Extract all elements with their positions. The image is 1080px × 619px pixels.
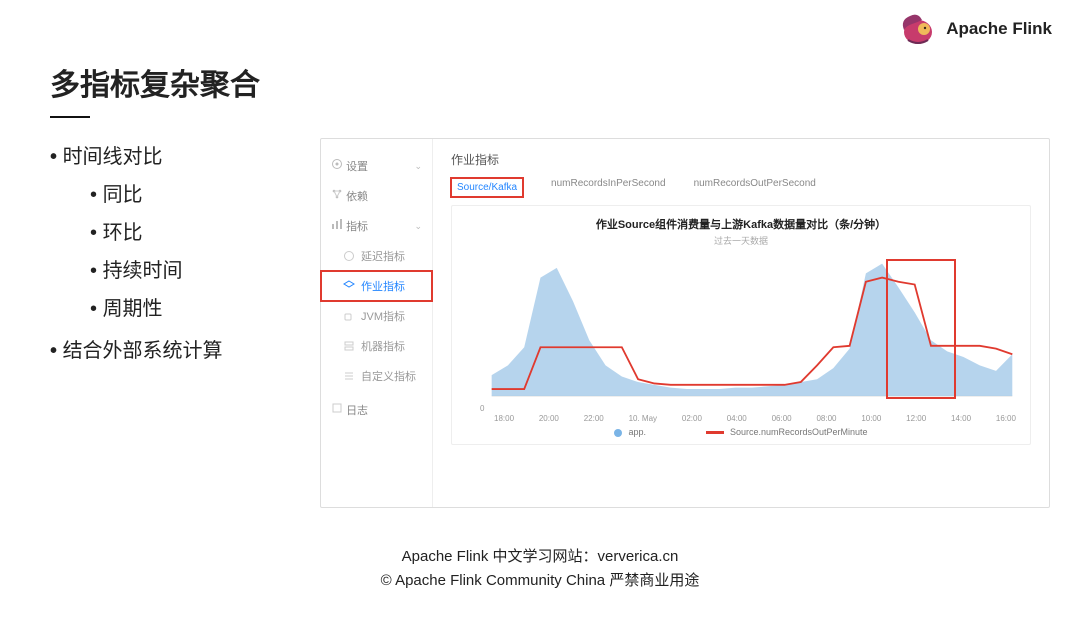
- sidebar-label-deps: 依赖: [346, 191, 368, 203]
- chevron-down-icon: ⌄: [414, 221, 422, 232]
- footer-line2: © Apache Flink Community China 严禁商业用途: [0, 569, 1080, 593]
- server-icon: [343, 340, 355, 352]
- flink-squirrel-icon: [898, 12, 938, 46]
- sidebar-item-settings[interactable]: 设置 ⌄: [321, 151, 432, 181]
- dot-icon: [614, 429, 622, 437]
- dashboard-screenshot: 设置 ⌄ 依赖 指标 ⌄ 延迟指标 作业指标 JVM指标 机器指标 自定义指标: [320, 138, 1050, 508]
- x-tick: 18:00: [494, 414, 514, 423]
- sidebar-item-delay[interactable]: 延迟指标: [321, 241, 432, 271]
- brand: Apache Flink: [898, 12, 1052, 46]
- clock-icon: [343, 250, 355, 262]
- legend-source: Source.numRecordsOutPerMinute: [706, 427, 868, 437]
- sidebar-item-logs[interactable]: 日志: [321, 395, 432, 425]
- tab-records-in[interactable]: numRecordsInPerSecond: [551, 178, 666, 197]
- bullet-periodic: 周期性: [50, 290, 300, 328]
- chart-legend: app. Source.numRecordsOutPerMinute: [466, 427, 1016, 437]
- x-tick: 06:00: [772, 414, 792, 423]
- chevron-down-icon: ⌄: [414, 161, 422, 172]
- panel-title: 作业指标: [451, 151, 1031, 168]
- line-icon: [706, 431, 724, 434]
- legend-app: app.: [614, 427, 646, 437]
- x-tick: 08:00: [816, 414, 836, 423]
- legend-app-label: app.: [628, 427, 646, 437]
- sidebar: 设置 ⌄ 依赖 指标 ⌄ 延迟指标 作业指标 JVM指标 机器指标 自定义指标: [321, 139, 433, 507]
- sidebar-label-machine: 机器指标: [361, 338, 405, 354]
- sidebar-item-deps[interactable]: 依赖: [321, 181, 432, 211]
- sidebar-label-delay: 延迟指标: [361, 248, 405, 264]
- bullet-duration: 持续时间: [50, 252, 300, 290]
- sliders-icon: [343, 370, 355, 382]
- sidebar-item-custom[interactable]: 自定义指标: [321, 361, 432, 391]
- sidebar-label-settings: 设置: [346, 161, 368, 173]
- bullet-external: 结合外部系统计算: [50, 332, 300, 370]
- chart-subtitle: 过去一天数据: [466, 234, 1016, 247]
- y-axis-zero: 0: [480, 404, 484, 413]
- tab-source-kafka[interactable]: Source/Kafka: [451, 178, 523, 197]
- bullet-yoy: 同比: [50, 176, 300, 214]
- sidebar-label-logs: 日志: [346, 405, 368, 417]
- x-tick: 12:00: [906, 414, 926, 423]
- gear-icon: [331, 158, 343, 170]
- bullet-mom: 环比: [50, 214, 300, 252]
- main-panel: 作业指标 Source/Kafka numRecordsInPerSecond …: [433, 139, 1049, 507]
- cup-icon: [343, 310, 355, 322]
- sidebar-label-custom: 自定义指标: [361, 368, 416, 384]
- bullet-timeline: 时间线对比: [50, 138, 300, 176]
- brand-text: Apache Flink: [946, 19, 1052, 39]
- footer-line1: Apache Flink 中文学习网站：ververica.cn: [0, 545, 1080, 569]
- bullet-list: 时间线对比 同比 环比 持续时间 周期性 结合外部系统计算: [50, 138, 300, 508]
- sidebar-label-job: 作业指标: [361, 278, 405, 294]
- slide-footer: Apache Flink 中文学习网站：ververica.cn © Apach…: [0, 545, 1080, 593]
- x-tick: 10:00: [861, 414, 881, 423]
- metric-tabs: Source/Kafka numRecordsInPerSecond numRe…: [451, 178, 1031, 197]
- page-title: 多指标复杂聚合: [50, 60, 1050, 104]
- title-rule: [50, 116, 90, 118]
- sidebar-item-jvm[interactable]: JVM指标: [321, 301, 432, 331]
- legend-source-label: Source.numRecordsOutPerMinute: [730, 427, 868, 437]
- sidebar-label-metrics: 指标: [346, 221, 368, 233]
- sidebar-item-metrics[interactable]: 指标 ⌄: [321, 211, 432, 241]
- sidebar-label-jvm: JVM指标: [361, 308, 405, 324]
- edit-icon: [331, 402, 343, 414]
- sidebar-item-machine[interactable]: 机器指标: [321, 331, 432, 361]
- cube-icon: [343, 280, 355, 292]
- share-icon: [331, 188, 343, 200]
- sidebar-item-job[interactable]: 作业指标: [321, 271, 432, 301]
- chart-canvas: 0 18:00 20:00 22:00 10. May 02:00 04:00 06:00 0…: [466, 253, 1016, 423]
- x-tick: 16:00: [996, 414, 1016, 423]
- chart-title: 作业Source组件消费量与上游Kafka数据量对比（条/分钟）: [466, 216, 1016, 232]
- x-axis-labels: 18:00 20:00 22:00 10. May 02:00 04:00 06:00 08:…: [494, 414, 1016, 423]
- x-tick: 04:00: [727, 414, 747, 423]
- chart-card: 作业Source组件消费量与上游Kafka数据量对比（条/分钟） 过去一天数据 …: [451, 205, 1031, 445]
- x-tick: 14:00: [951, 414, 971, 423]
- x-tick: 10. May: [629, 414, 657, 423]
- tab-records-out[interactable]: numRecordsOutPerSecond: [694, 178, 816, 197]
- x-tick: 22:00: [584, 414, 604, 423]
- x-tick: 02:00: [682, 414, 702, 423]
- chart-icon: [331, 218, 343, 230]
- x-tick: 20:00: [539, 414, 559, 423]
